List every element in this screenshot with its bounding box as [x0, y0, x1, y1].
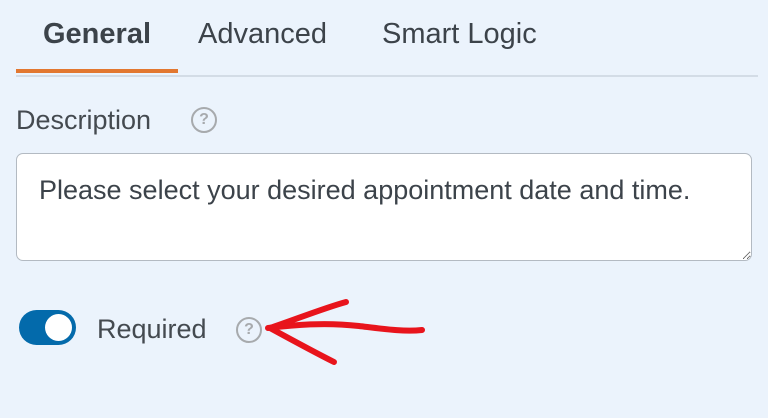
question-circle-icon[interactable]: ? — [191, 107, 217, 133]
annotation-arrow-icon — [265, 299, 425, 365]
required-toggle[interactable] — [19, 310, 76, 345]
question-circle-icon[interactable]: ? — [236, 317, 262, 343]
required-label: Required — [97, 314, 207, 344]
toggle-knob — [45, 314, 72, 341]
field-options-tabs: General Advanced Smart Logic — [16, 0, 758, 77]
description-label: Description — [16, 105, 152, 135]
tab-general[interactable]: General — [16, 14, 178, 73]
description-textarea[interactable]: Please select your desired appointment d… — [16, 153, 752, 261]
tab-smart-logic[interactable]: Smart Logic — [382, 14, 537, 73]
tab-advanced[interactable]: Advanced — [198, 14, 327, 73]
